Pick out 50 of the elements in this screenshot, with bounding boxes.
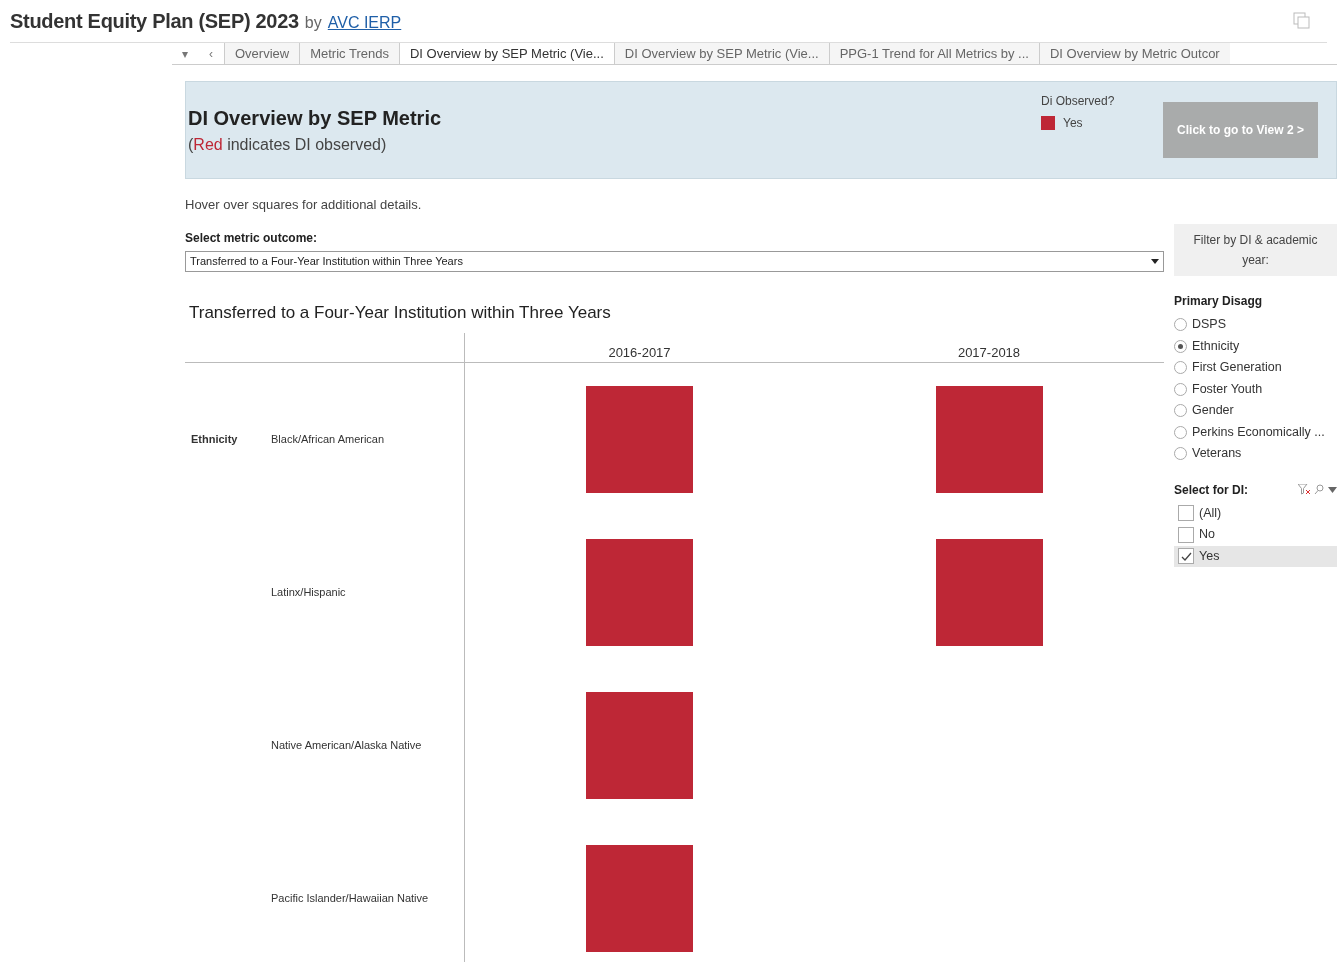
dropdown-icon[interactable] — [1328, 486, 1337, 493]
tab[interactable]: Metric Trends — [299, 43, 399, 64]
scroll-left-button[interactable]: ‹ — [198, 43, 224, 64]
radio-option[interactable]: First Generation — [1174, 357, 1337, 379]
filter-heading: Filter by DI & academic year: — [1174, 224, 1337, 276]
tab[interactable]: PPG-1 Trend for All Metrics by ... — [828, 43, 1039, 64]
tab[interactable]: DI Overview by Metric Outcor — [1038, 43, 1230, 64]
filter-label: Primary Disagg — [1174, 293, 1264, 310]
legend-title: Di Observed? — [1041, 93, 1116, 110]
chart-title: Transferred to a Four-Year Institution within Three Years — [189, 301, 612, 324]
row-label: Latinx/Hispanic — [271, 585, 346, 601]
radio-option[interactable]: Gender — [1174, 400, 1337, 422]
banner-title: DI Overview by SEP Metric — [188, 106, 443, 131]
checkbox-option[interactable]: (All) — [1174, 502, 1337, 524]
author-link[interactable]: AVC IERP — [327, 14, 402, 31]
di-square[interactable] — [586, 845, 693, 952]
banner-subtitle: (Red indicates DI observed) — [188, 135, 388, 155]
radio-option[interactable]: Perkins Economically ... — [1174, 421, 1337, 443]
tab-menu-button[interactable]: ▾ — [172, 43, 198, 64]
dashboard-title: Student Equity Plan (SEP) 2023 — [10, 10, 299, 32]
column-header: 2017-2018 — [957, 345, 1021, 360]
di-square[interactable] — [586, 539, 693, 646]
radio-option[interactable]: DSPS — [1174, 314, 1337, 336]
caret-icon — [1151, 258, 1159, 264]
di-square[interactable] — [935, 539, 1043, 646]
clear-filter-icon[interactable] — [1298, 484, 1310, 495]
filter-label: Select for DI: — [1174, 481, 1248, 499]
group-label: Ethnicity — [191, 433, 238, 446]
radio-option[interactable]: Ethnicity — [1174, 335, 1337, 357]
row-label: Black/African American — [271, 432, 385, 448]
di-square[interactable] — [586, 692, 693, 799]
checkbox-option[interactable]: No — [1174, 524, 1337, 546]
di-square[interactable] — [586, 386, 693, 493]
radio-option[interactable]: Veterans — [1174, 443, 1337, 465]
select-label: Select metric outcome: — [185, 229, 319, 247]
hint-text: Hover over squares for additional details. — [185, 196, 423, 214]
tab[interactable]: DI Overview by SEP Metric (Vie... — [613, 43, 829, 64]
metric-dropdown[interactable]: Transferred to a Four-Year Institution within Three Years — [185, 250, 1164, 272]
search-icon[interactable] — [1314, 484, 1324, 495]
column-header: 2016-2017 — [608, 345, 671, 360]
tab[interactable]: Overview — [224, 43, 300, 64]
radio-option[interactable]: Foster Youth — [1174, 378, 1337, 400]
row-label: Native American/Alaska Native — [271, 738, 422, 754]
copy-icon[interactable] — [1293, 12, 1311, 30]
row-label: Pacific Islander/Hawaiian Native — [271, 891, 429, 907]
check-icon — [1180, 551, 1192, 561]
legend-label: Yes — [1063, 115, 1083, 132]
checkbox-option[interactable]: Yes — [1174, 545, 1337, 567]
di-square[interactable] — [935, 386, 1043, 493]
byline: by — [304, 14, 322, 31]
